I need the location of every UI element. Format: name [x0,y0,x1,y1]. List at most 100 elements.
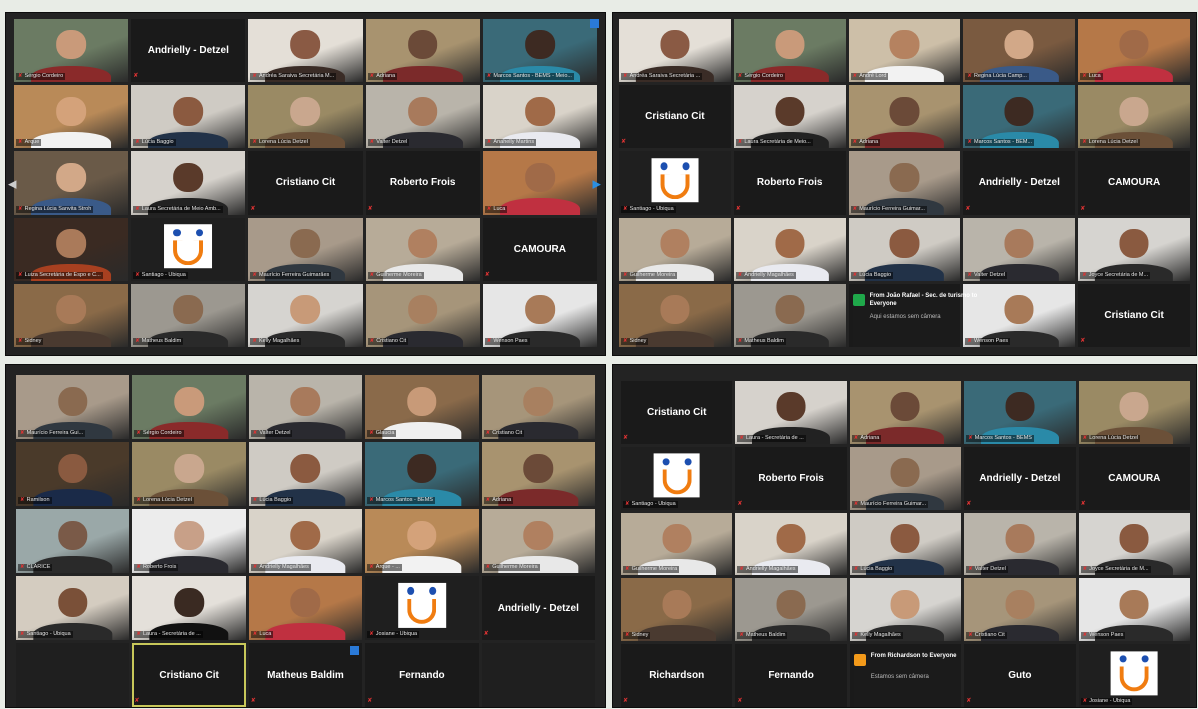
participant-tile[interactable]: ✘ Laura Secretária de Meio Amb... [131,151,246,215]
participant-tile[interactable]: ✘ Sidney [621,578,733,642]
participant-tile[interactable]: Matheus Baldim ✘ [248,643,363,707]
participant-tile[interactable]: ✘ Luiza Secretária de Espo e C... [14,217,129,281]
participant-tile[interactable]: Cristiano Cit ✘ [132,643,246,707]
chat-notification[interactable]: From Richardson to Everyone Estamos sem c… [853,652,962,707]
participant-tile[interactable]: ✘ Lúcia Baggio [849,512,962,576]
participant-tile[interactable]: ✘ Valter Detzel [365,85,480,149]
participant-tile[interactable]: ✘ Sidney [619,283,731,347]
participant-tile[interactable]: Andrielly - Detzel ✘ [964,446,1076,510]
participant-tile[interactable]: ✘ Regina Lúcia Camp... [963,19,1076,83]
participant-tile[interactable]: ✘ Ramilson [16,442,130,506]
participant-tile[interactable]: From João Rafael - Sec. de turismo to Ev… [848,283,977,347]
participant-tile[interactable]: From Richardson to Everyone Estamos sem c… [849,644,962,707]
participant-tile[interactable]: ✘ Guilherme Moreira [621,512,733,576]
participant-tile[interactable]: ✘ Lorena Lúcia Detzel [1078,85,1190,149]
participant-tile[interactable]: ✘ Andrielly Magalhães [248,509,363,573]
participant-tile[interactable]: ✘ Andréa Saraiva Secretária M... [248,19,363,83]
participant-tile[interactable]: ✘ Adriana [481,442,595,506]
participant-tile[interactable]: ✘ Santiago - Ubiqua [619,151,731,215]
participant-tile[interactable]: ✘ Lúcia Baggio [248,442,363,506]
chevron-right-icon[interactable]: ▶ [593,178,601,191]
participant-tile[interactable]: ✘ Wenson Paes [482,283,597,347]
participant-tile[interactable]: ✘ Matheus Baldim [131,283,246,347]
participant-tile[interactable]: ✘ Josiane - Ubiqua [365,576,479,640]
participant-tile[interactable]: ✘ Laura - Secretária de ... [735,381,847,444]
participant-tile[interactable]: ✘ Cristiano Cit [964,578,1076,642]
participant-tile[interactable]: ✘ Roberto Frois [132,509,246,573]
participant-tile[interactable]: ✘ Arque [14,85,129,149]
participant-tile[interactable]: ✘ Joyce Secretária de M... [1078,217,1190,281]
participant-tile[interactable]: Roberto Frois ✘ [733,151,846,215]
participant-tile[interactable]: ✘ Santiago - Ubiqua [131,217,246,281]
participant-tile[interactable]: ✘ Luca [248,576,363,640]
participant-tile[interactable]: Roberto Frois ✘ [735,446,847,510]
participant-tile[interactable]: ✘ Guilherme Moreira [619,217,731,281]
participant-tile[interactable]: ✘ Maurício Ferreira Guimar... [848,151,961,215]
participant-tile[interactable]: ✘ Arque - ... [365,509,479,573]
participant-tile[interactable]: ✘ Josiane - Ubiqua [1078,644,1190,707]
participant-tile[interactable]: ✘ Kelly Magalhães [248,283,363,347]
participant-tile[interactable]: ✘ Adriana [365,19,480,83]
participant-tile[interactable]: Fernando ✘ [365,643,479,707]
participant-tile[interactable]: Guto ✘ [964,644,1076,707]
participant-tile[interactable]: ✘ Valter Detzel [248,375,363,439]
participant-tile[interactable]: ✘ Andrielly Magalhães [733,217,846,281]
participant-tile[interactable]: ✘ Matheus Baldim [733,283,846,347]
participant-tile[interactable]: ✘ Guilherme Moreira [365,217,480,281]
participant-tile[interactable]: ✘ Andrielly Magalhães [735,512,847,576]
participant-tile[interactable]: ✘ Sidney [14,283,129,347]
participant-tile[interactable]: ✘ Marcos Santos - BEMS - Meio... [482,19,597,83]
participant-tile[interactable]: ✘ Joyce Secretária de M... [1078,512,1190,576]
participant-tile[interactable]: ✘ Matheus Baldim [735,578,847,642]
participant-tile[interactable]: ✘ Adriana [848,85,961,149]
chat-notification[interactable]: From João Rafael - Sec. de turismo to Ev… [852,291,977,347]
participant-tile[interactable] [16,643,130,707]
participant-tile[interactable]: ✘ Luca [1078,19,1190,83]
participant-tile[interactable]: CAMOURA ✘ [482,217,597,281]
participant-tile[interactable]: Cristiano Cit ✘ [621,381,733,444]
participant-tile[interactable]: Andrielly - Detzel ✘ [131,19,246,83]
participant-tile[interactable]: ✘ Wenson Paes [1078,578,1190,642]
participant-tile[interactable]: ✘ Lorena Lúcia Detzel [248,85,363,149]
participant-tile[interactable]: ✘ Laura Secretária de Meio... [733,85,846,149]
participant-tile[interactable]: ✘ Lorena Lúcia Detzel [1078,381,1190,444]
participant-tile[interactable]: ✘ Cristiano Cit [481,375,595,439]
participant-tile[interactable]: Roberto Frois ✘ [365,151,480,215]
participant-tile[interactable]: ✘ André Lord [848,19,961,83]
participant-tile[interactable] [481,643,595,707]
participant-tile[interactable]: ✘ Marcos Santos - BEM... [963,85,1076,149]
participant-tile[interactable]: ✘ Kelly Magalhães [849,578,962,642]
participant-tile[interactable]: CAMOURA ✘ [1078,151,1190,215]
participant-tile[interactable]: ✘ Santiago - Ubiqua [621,446,733,510]
participant-tile[interactable]: ✘ Wenson Paes [963,283,1076,347]
participant-tile[interactable]: Richardson ✘ [621,644,733,707]
participant-tile[interactable]: ✘ Anahelly Martins [482,85,597,149]
participant-tile[interactable]: ✘ Marcos Santos - BEMS [964,381,1076,444]
participant-tile[interactable]: ✘ Adriana [849,381,962,444]
participant-tile[interactable]: ✘ Sérgio Cordeiro [733,19,846,83]
participant-tile[interactable]: Andrielly - Detzel ✘ [481,576,595,640]
participant-tile[interactable]: ✘ Guilherme Moreira [481,509,595,573]
participant-tile[interactable]: Cristiano Cit ✘ [248,151,363,215]
participant-tile[interactable]: ✘ Maurício Ferreira Guimarães [248,217,363,281]
participant-tile[interactable]: Cristiano Cit ✘ [619,85,731,149]
participant-tile[interactable]: ✘ Glaucia [365,375,479,439]
participant-tile[interactable]: ✘ CLARICE [16,509,130,573]
participant-tile[interactable]: ✘ Valter Detzel [963,217,1076,281]
participant-tile[interactable]: ✘ Marcos Santos - BEMS [365,442,479,506]
participant-tile[interactable]: ✘ Cristiano Cit [365,283,480,347]
participant-tile[interactable]: ✘ Lúcia Baggio [131,85,246,149]
participant-tile[interactable]: ✘ Maurício Ferreira Guimar... [849,446,962,510]
participant-tile[interactable]: ✘ Sérgio Cordeiro [132,375,246,439]
participant-tile[interactable]: ✘ Santiago - Ubiqua [16,576,130,640]
participant-tile[interactable]: ✘ Regina Lúcia Sanvita Stroh [14,151,129,215]
participant-tile[interactable]: ✘ Luca [482,151,597,215]
chevron-left-icon[interactable]: ◀ [8,178,16,191]
participant-tile[interactable]: Fernando ✘ [735,644,847,707]
participant-tile[interactable]: ✘ Lorena Lúcia Detzel [132,442,246,506]
participant-tile[interactable]: ✘ Laura - Secretária de ... [132,576,246,640]
participant-tile[interactable]: ✘ Lúcia Baggio [848,217,961,281]
participant-tile[interactable]: ✘ Sérgio Cordeiro [14,19,129,83]
participant-tile[interactable]: ✘ Andréa Saraiva Secretária ... [619,19,731,83]
participant-tile[interactable]: CAMOURA ✘ [1078,446,1190,510]
